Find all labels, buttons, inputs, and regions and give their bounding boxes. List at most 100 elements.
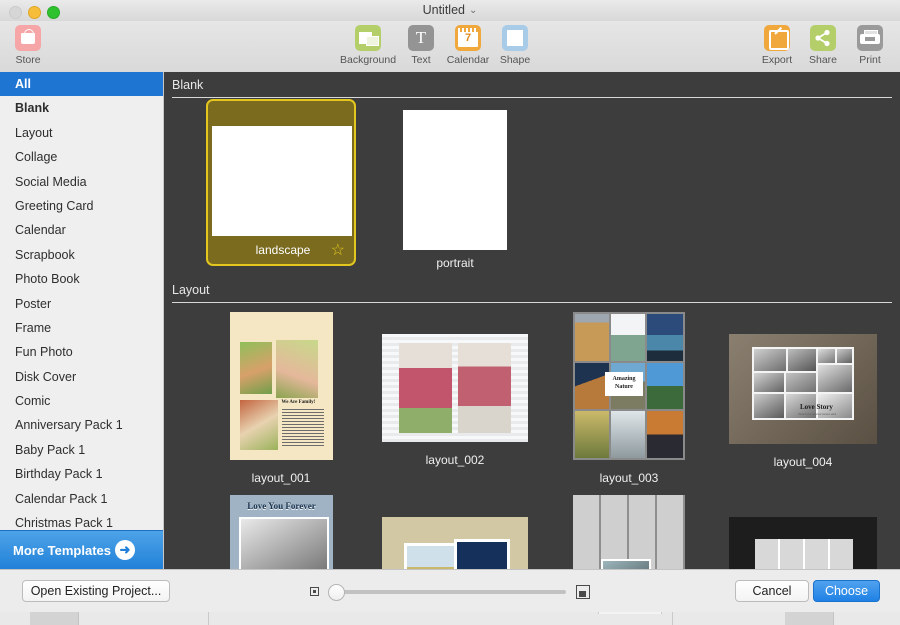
photo-placeholder [458, 343, 511, 433]
sidebar-item-calendar[interactable]: Calendar [0, 218, 163, 242]
sidebar-item-disk-cover[interactable]: Disk Cover [0, 365, 163, 389]
sidebar-label: Poster [15, 296, 52, 311]
large-thumbnail-icon[interactable] [576, 585, 590, 599]
sidebar-label: Greeting Card [15, 198, 94, 213]
template-label: layout_004 [773, 455, 833, 469]
photo-placeholder [404, 543, 460, 569]
thumbnail-wrap[interactable]: Love Story True love stories never end [729, 334, 877, 449]
toolbar-label-shape: Shape [499, 54, 531, 66]
sidebar-item-greeting-card[interactable]: Greeting Card [0, 194, 163, 218]
section-header-blank: Blank [172, 77, 892, 99]
template-cell-partial-2[interactable] [368, 495, 542, 569]
sidebar-item-comic[interactable]: Comic [0, 389, 163, 413]
sidebar-item-blank[interactable]: Blank [0, 96, 163, 120]
sidebar-item-anniversary-pack-1[interactable]: Anniversary Pack 1 [0, 413, 163, 437]
layout-005-thumbnail[interactable]: Love You Forever [229, 495, 333, 569]
sidebar-item-poster[interactable]: Poster [0, 292, 163, 316]
photo-placeholder [575, 314, 609, 361]
store-bag-icon [15, 25, 41, 51]
blank-template-row: landscape ☆ portrait [164, 99, 900, 270]
template-label: layout_002 [425, 453, 485, 467]
sidebar-item-calendar-pack-1[interactable]: Calendar Pack 1 [0, 487, 163, 511]
template-cell-partial-4[interactable] [716, 495, 890, 569]
photo-placeholder [601, 559, 651, 569]
layout-007-thumbnail[interactable] [573, 495, 685, 569]
toolbar-button-print[interactable]: Print [842, 25, 898, 66]
toolbar-label-background: Background [340, 54, 397, 66]
layout-caption: We Are Family! [281, 400, 316, 405]
template-cell-layout-002[interactable]: layout_002 [368, 312, 542, 485]
section-divider [172, 97, 892, 98]
photo-placeholder [275, 340, 318, 398]
layout-004-thumbnail[interactable]: Love Story True love stories never end [729, 334, 877, 444]
shape-icon [502, 25, 528, 51]
sidebar-item-birthday-pack-1[interactable]: Birthday Pack 1 [0, 462, 163, 486]
blank-portrait-thumbnail[interactable] [403, 110, 507, 250]
section-header-layout: Layout [172, 282, 892, 304]
cancel-button[interactable]: Cancel [735, 580, 809, 602]
small-thumbnail-icon[interactable] [310, 587, 319, 596]
photo-placeholder [239, 342, 272, 394]
sidebar-item-frame[interactable]: Frame [0, 316, 163, 340]
category-sidebar: All Blank Layout Collage Social Media Gr… [0, 72, 164, 569]
sidebar-label: Scrapbook [15, 247, 75, 262]
photo-placeholder [454, 539, 510, 569]
caption-lines [281, 409, 324, 447]
layout-006-thumbnail[interactable] [382, 517, 528, 569]
chevron-down-icon[interactable]: ⌄ [469, 5, 477, 16]
photo-placeholder [575, 363, 609, 409]
layout-001-thumbnail[interactable]: We Are Family! [229, 312, 333, 460]
sidebar-label: Comic [15, 394, 51, 409]
page-preview [212, 126, 352, 236]
thumbnail-wrap[interactable]: Amazing Nature [573, 312, 685, 465]
template-cell-landscape[interactable]: landscape ☆ [194, 99, 368, 270]
star-outline-icon[interactable]: ☆ [331, 243, 345, 259]
sidebar-item-layout[interactable]: Layout [0, 121, 163, 145]
slider-thumb[interactable] [328, 584, 345, 601]
template-cell-partial-1[interactable]: Love You Forever [194, 495, 368, 569]
layout-002-thumbnail[interactable] [382, 334, 528, 442]
toolbar: Store Background T Text 7 Calendar Shape [0, 21, 900, 73]
sidebar-item-fun-photo[interactable]: Fun Photo [0, 340, 163, 364]
more-templates-label: More Templates [13, 542, 112, 558]
template-cell-partial-3[interactable] [542, 495, 716, 569]
sidebar-label: Collage [15, 150, 58, 165]
export-icon [764, 25, 790, 51]
template-grid-pane[interactable]: Blank landscape ☆ portrait Layout We Are… [164, 72, 900, 569]
blank-landscape-thumbnail[interactable]: landscape ☆ [206, 99, 356, 266]
toolbar-button-shape[interactable]: Shape [487, 25, 543, 66]
sidebar-item-collage[interactable]: Collage [0, 145, 163, 169]
calendar-icon: 7 [455, 25, 481, 51]
thumbnail-size-slider[interactable] [310, 582, 590, 602]
sidebar-item-scrapbook[interactable]: Scrapbook [0, 243, 163, 267]
sidebar-label: Calendar Pack 1 [15, 491, 108, 506]
thumbnail-wrap[interactable]: We Are Family! [229, 312, 333, 465]
thumbnail-wrap[interactable] [382, 334, 528, 447]
layout-008-thumbnail[interactable] [729, 517, 877, 569]
sidebar-item-social-media[interactable]: Social Media [0, 170, 163, 194]
toolbar-button-background[interactable]: Background [340, 25, 396, 66]
section-title: Layout [172, 283, 210, 297]
share-icon [810, 25, 836, 51]
sidebar-item-photo-book[interactable]: Photo Book [0, 267, 163, 291]
template-cell-layout-003[interactable]: Amazing Nature layout_003 [542, 312, 716, 485]
sidebar-item-all[interactable]: All [0, 72, 163, 97]
layout-003-thumbnail[interactable]: Amazing Nature [573, 312, 685, 460]
toolbar-button-store[interactable]: Store [0, 25, 56, 66]
template-label: portrait [436, 256, 474, 270]
layout-caption: Love Story [800, 403, 833, 411]
toolbar-label-store: Store [15, 54, 41, 66]
more-templates-button[interactable]: More Templates ➜ [0, 530, 163, 569]
sidebar-label: Christmas Pack 1 [15, 516, 113, 531]
print-icon [857, 25, 883, 51]
choose-button[interactable]: Choose [813, 580, 880, 602]
template-cell-portrait[interactable]: portrait [368, 99, 542, 270]
sidebar-item-baby-pack-1[interactable]: Baby Pack 1 [0, 438, 163, 462]
template-cell-layout-001[interactable]: We Are Family! layout_001 [194, 312, 368, 485]
template-chooser-window: Untitled ⌄ Store Background T Text 7 Cale… [0, 0, 900, 625]
template-cell-layout-004[interactable]: Love Story True love stories never end l… [716, 312, 890, 485]
slider-track[interactable] [332, 590, 566, 594]
open-existing-project-button[interactable]: Open Existing Project... [22, 580, 170, 602]
sidebar-label: Blank [15, 101, 50, 116]
arrow-right-circle-icon[interactable]: ➜ [115, 540, 135, 560]
